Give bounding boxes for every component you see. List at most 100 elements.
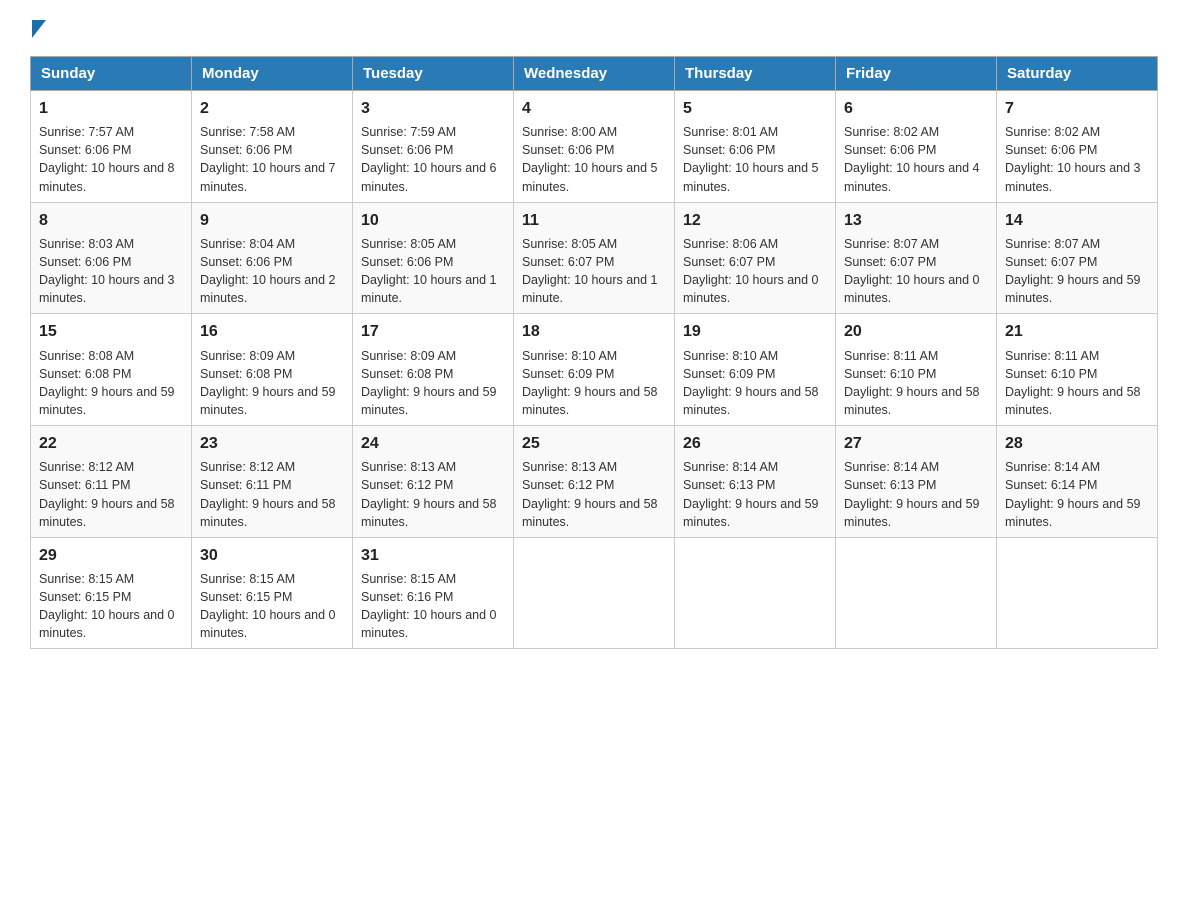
calendar-cell: 24Sunrise: 8:13 AMSunset: 6:12 PMDayligh… [353, 426, 514, 538]
sunset-label: Sunset: 6:06 PM [1005, 143, 1097, 157]
sunset-label: Sunset: 6:08 PM [200, 367, 292, 381]
daylight-label: Daylight: 10 hours and 5 minutes. [683, 161, 819, 193]
daylight-label: Daylight: 9 hours and 58 minutes. [522, 497, 658, 529]
day-number: 6 [844, 97, 988, 120]
sunrise-label: Sunrise: 8:14 AM [844, 460, 939, 474]
sunset-label: Sunset: 6:07 PM [683, 255, 775, 269]
day-number: 18 [522, 320, 666, 343]
sunset-label: Sunset: 6:08 PM [361, 367, 453, 381]
day-number: 17 [361, 320, 505, 343]
sunrise-label: Sunrise: 8:08 AM [39, 349, 134, 363]
sunset-label: Sunset: 6:07 PM [1005, 255, 1097, 269]
sunrise-label: Sunrise: 8:02 AM [1005, 125, 1100, 139]
day-number: 10 [361, 209, 505, 232]
day-header-sunday: Sunday [31, 57, 192, 91]
sunrise-label: Sunrise: 8:10 AM [522, 349, 617, 363]
day-header-wednesday: Wednesday [514, 57, 675, 91]
sunrise-label: Sunrise: 8:00 AM [522, 125, 617, 139]
sunrise-label: Sunrise: 8:06 AM [683, 237, 778, 251]
calendar-cell: 30 Sunrise: 8:15 AM Sunset: 6:15 PM Dayligh… [192, 537, 353, 649]
sunset-label: Sunset: 6:13 PM [683, 478, 775, 492]
sunrise-label: Sunrise: 8:05 AM [361, 237, 456, 251]
calendar-cell: 20Sunrise: 8:11 AMSunset: 6:10 PMDayligh… [836, 314, 997, 426]
page-header [30, 20, 1158, 36]
sunrise-label: Sunrise: 8:12 AM [39, 460, 134, 474]
daylight-label: Daylight: 9 hours and 58 minutes. [361, 497, 497, 529]
calendar-cell: 9Sunrise: 8:04 AMSunset: 6:06 PMDaylight… [192, 202, 353, 314]
calendar-table: SundayMondayTuesdayWednesdayThursdayFrid… [30, 56, 1158, 649]
day-number: 31 [361, 544, 505, 567]
day-number: 26 [683, 432, 827, 455]
day-number: 24 [361, 432, 505, 455]
sunset-label: Sunset: 6:10 PM [844, 367, 936, 381]
daylight-label: Daylight: 9 hours and 59 minutes. [361, 385, 497, 417]
day-header-friday: Friday [836, 57, 997, 91]
daylight-label: Daylight: 10 hours and 3 minutes. [1005, 161, 1141, 193]
sunrise-label: Sunrise: 7:57 AM [39, 125, 134, 139]
sunset-label: Sunset: 6:13 PM [844, 478, 936, 492]
daylight-label: Daylight: 10 hours and 0 minutes. [39, 608, 175, 640]
daylight-label: Daylight: 10 hours and 8 minutes. [39, 161, 175, 193]
daylight-label: Daylight: 10 hours and 0 minutes. [683, 273, 819, 305]
day-number: 1 [39, 97, 183, 120]
sunrise-label: Sunrise: 7:58 AM [200, 125, 295, 139]
sunset-label: Sunset: 6:09 PM [522, 367, 614, 381]
sunrise-label: Sunrise: 8:15 AM [200, 572, 295, 586]
calendar-cell: 14Sunrise: 8:07 AMSunset: 6:07 PMDayligh… [997, 202, 1158, 314]
calendar-cell: 22Sunrise: 8:12 AMSunset: 6:11 PMDayligh… [31, 426, 192, 538]
sunrise-label: Sunrise: 8:13 AM [522, 460, 617, 474]
sunrise-label: Sunrise: 8:09 AM [200, 349, 295, 363]
sunrise-label: Sunrise: 8:03 AM [39, 237, 134, 251]
sunrise-label: Sunrise: 8:02 AM [844, 125, 939, 139]
day-number: 20 [844, 320, 988, 343]
sunrise-label: Sunrise: 8:07 AM [844, 237, 939, 251]
calendar-cell: 31Sunrise: 8:15 AMSunset: 6:16 PMDayligh… [353, 537, 514, 649]
daylight-label: Daylight: 9 hours and 58 minutes. [1005, 385, 1141, 417]
daylight-label: Daylight: 10 hours and 0 minutes. [200, 608, 336, 640]
calendar-cell [675, 537, 836, 649]
calendar-cell: 16 Sunrise: 8:09 AM Sunset: 6:08 PM Dayligh… [192, 314, 353, 426]
sunrise-label: Sunrise: 8:09 AM [361, 349, 456, 363]
day-number: 11 [522, 209, 666, 232]
sunset-label: Sunset: 6:08 PM [39, 367, 131, 381]
sunrise-label: Sunrise: 8:05 AM [522, 237, 617, 251]
calendar-cell: 23Sunrise: 8:12 AMSunset: 6:11 PMDayligh… [192, 426, 353, 538]
calendar-cell: 17 Sunrise: 8:09 AM Sunset: 6:08 PM Dayligh… [353, 314, 514, 426]
daylight-label: Daylight: 9 hours and 59 minutes. [200, 385, 336, 417]
day-number: 7 [1005, 97, 1149, 120]
sunrise-label: Sunrise: 8:14 AM [683, 460, 778, 474]
daylight-label: Daylight: 9 hours and 59 minutes. [39, 385, 175, 417]
sunset-label: Sunset: 6:06 PM [844, 143, 936, 157]
day-number: 23 [200, 432, 344, 455]
sunrise-label: Sunrise: 8:15 AM [361, 572, 456, 586]
day-number: 30 [200, 544, 344, 567]
daylight-label: Daylight: 10 hours and 1 minute. [361, 273, 497, 305]
sunrise-label: Sunrise: 7:59 AM [361, 125, 456, 139]
day-number: 29 [39, 544, 183, 567]
day-header-tuesday: Tuesday [353, 57, 514, 91]
calendar-cell [997, 537, 1158, 649]
calendar-week-row: 8Sunrise: 8:03 AMSunset: 6:06 PMDaylight… [31, 202, 1158, 314]
calendar-cell: 5Sunrise: 8:01 AMSunset: 6:06 PMDaylight… [675, 91, 836, 203]
sunset-label: Sunset: 6:11 PM [200, 478, 292, 492]
sunset-label: Sunset: 6:12 PM [361, 478, 453, 492]
sunset-label: Sunset: 6:06 PM [361, 143, 453, 157]
sunset-label: Sunset: 6:15 PM [200, 590, 292, 604]
day-number: 16 [200, 320, 344, 343]
day-number: 4 [522, 97, 666, 120]
day-number: 15 [39, 320, 183, 343]
daylight-label: Daylight: 9 hours and 59 minutes. [844, 497, 980, 529]
daylight-label: Daylight: 10 hours and 0 minutes. [844, 273, 980, 305]
calendar-week-row: 22Sunrise: 8:12 AMSunset: 6:11 PMDayligh… [31, 426, 1158, 538]
day-number: 28 [1005, 432, 1149, 455]
sunrise-label: Sunrise: 8:10 AM [683, 349, 778, 363]
sunset-label: Sunset: 6:11 PM [39, 478, 131, 492]
daylight-label: Daylight: 9 hours and 59 minutes. [1005, 273, 1141, 305]
calendar-cell [514, 537, 675, 649]
day-number: 9 [200, 209, 344, 232]
calendar-cell: 6Sunrise: 8:02 AMSunset: 6:06 PMDaylight… [836, 91, 997, 203]
calendar-cell: 25Sunrise: 8:13 AMSunset: 6:12 PMDayligh… [514, 426, 675, 538]
calendar-cell: 26Sunrise: 8:14 AMSunset: 6:13 PMDayligh… [675, 426, 836, 538]
sunset-label: Sunset: 6:06 PM [683, 143, 775, 157]
logo-arrow-icon [32, 20, 46, 38]
